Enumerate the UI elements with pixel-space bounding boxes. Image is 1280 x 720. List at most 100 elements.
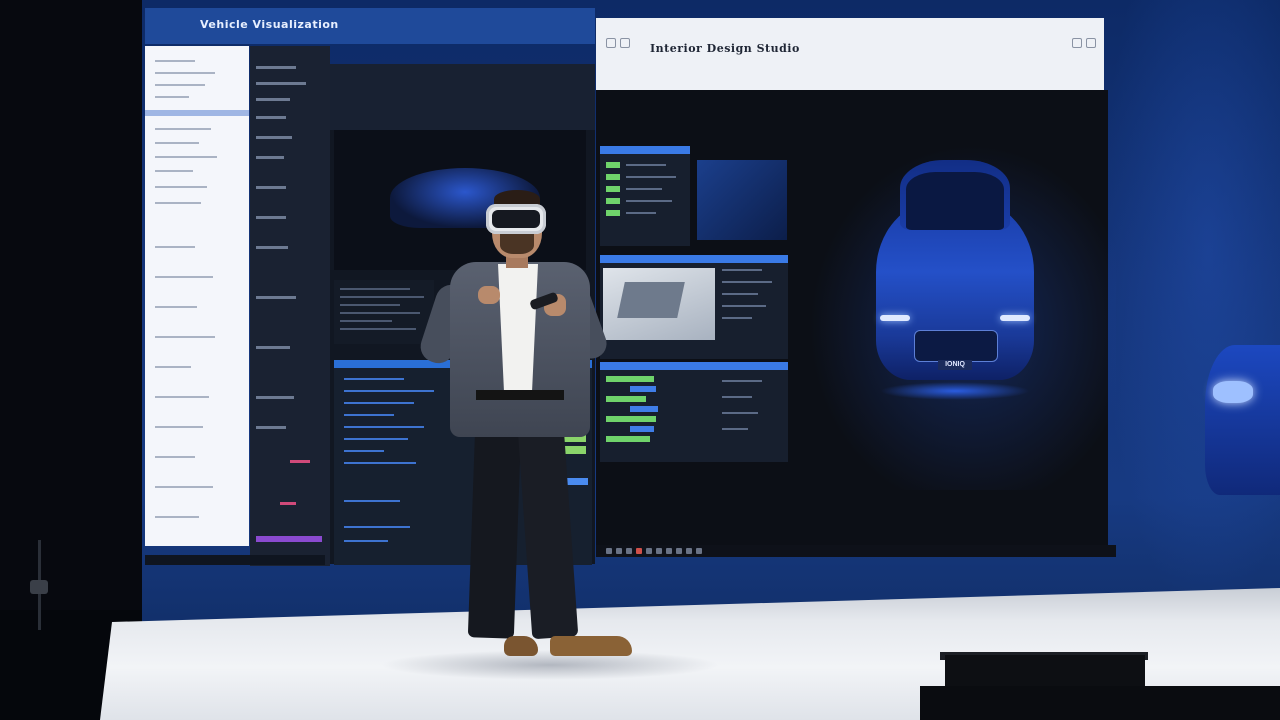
code-line (340, 312, 420, 314)
tool-icon (676, 548, 682, 554)
file-tree-row (155, 276, 213, 278)
file-tree-row (155, 60, 195, 62)
tool-icon (666, 548, 672, 554)
properties-column (250, 46, 330, 566)
car-render-main: IONIQ (870, 160, 1040, 400)
property-row (256, 216, 286, 219)
code-line (340, 328, 416, 330)
layer-item (344, 414, 394, 416)
property-row (256, 66, 296, 69)
file-tree-row (155, 142, 199, 144)
layer-item (344, 526, 410, 528)
layer-item (344, 462, 416, 464)
property-row (256, 396, 294, 399)
code-panel (334, 280, 434, 344)
timeline-toolbar (596, 545, 1116, 557)
presenter-beard (500, 232, 534, 254)
file-tree-row (155, 306, 197, 308)
left-window-title: Vehicle Visualization (200, 18, 339, 31)
car-grille (914, 330, 998, 362)
material-swatch (606, 174, 620, 180)
property-row-highlight (280, 502, 296, 505)
parameter-label (722, 412, 758, 414)
car-edge-headlight (1213, 381, 1253, 403)
editor-toolbar (330, 64, 595, 130)
property-row-selected (256, 536, 322, 542)
file-tree-panel (145, 46, 249, 546)
presenter-shoe-left (504, 636, 538, 656)
model-property (722, 269, 762, 271)
car-render-edge (1205, 345, 1280, 495)
material-label (626, 164, 666, 166)
code-line (340, 288, 410, 290)
stand-knob (30, 580, 48, 594)
interior-thumbnail (697, 160, 787, 240)
back-icon (606, 38, 616, 48)
file-tree-row (155, 128, 211, 130)
layer-item (344, 500, 400, 502)
property-row-highlight (290, 460, 310, 463)
close-icon (1086, 38, 1096, 48)
layer-item (344, 378, 404, 380)
property-row (256, 346, 290, 349)
model-property (722, 317, 752, 319)
parameter-label (722, 396, 752, 398)
parameter-label (722, 428, 748, 430)
code-line (340, 304, 400, 306)
tool-icon (656, 548, 662, 554)
layer-item (344, 540, 388, 542)
layer-item (344, 450, 384, 452)
parameter-label (722, 380, 762, 382)
file-tree-row (155, 516, 199, 518)
property-row (256, 98, 290, 101)
property-row (256, 296, 296, 299)
file-tree-row (155, 336, 215, 338)
file-tree-row (155, 426, 203, 428)
file-tree-row (155, 156, 217, 158)
microphone-stand (20, 540, 80, 640)
file-tree-row (155, 96, 189, 98)
presenter-shoe-right (550, 636, 632, 656)
presenter-shirt (498, 264, 538, 392)
property-row (256, 246, 288, 249)
file-tree-row (155, 246, 195, 248)
code-line (340, 320, 392, 322)
material-label (626, 176, 676, 178)
car-headlight-left (880, 315, 910, 321)
model-property (722, 293, 758, 295)
car-license-plate: IONIQ (938, 360, 972, 370)
car-headlight-right (1000, 315, 1030, 321)
forward-icon (620, 38, 630, 48)
presenter (416, 190, 640, 670)
file-tree-row (155, 486, 213, 488)
status-bar (145, 555, 325, 565)
car-shadow (880, 382, 1030, 400)
file-tree-row (155, 170, 193, 172)
stage-riser-lower (920, 686, 1280, 720)
property-row (256, 82, 306, 85)
file-tree-row (155, 186, 207, 188)
minimize-icon (1072, 38, 1082, 48)
file-tree-row (155, 72, 215, 74)
file-tree-row (155, 202, 201, 204)
file-tree-row (155, 84, 205, 86)
file-tree-row (155, 366, 191, 368)
layer-item (344, 438, 408, 440)
property-row (256, 116, 286, 119)
material-swatch (606, 162, 620, 168)
car-windshield (906, 172, 1004, 230)
file-tree-row (155, 396, 209, 398)
tool-icon (696, 548, 702, 554)
vr-headset-visor (492, 210, 540, 228)
vr-headset-icon (486, 204, 546, 234)
property-row (256, 426, 286, 429)
property-row (256, 136, 292, 139)
tool-icon (686, 548, 692, 554)
file-tree-selected-row (145, 110, 249, 116)
material-panel-header (600, 146, 690, 154)
right-window-title: Interior Design Studio (650, 42, 800, 55)
tool-icon (646, 548, 652, 554)
presenter-hand-left (478, 286, 500, 304)
model-property (722, 281, 772, 283)
file-tree-row (155, 456, 195, 458)
